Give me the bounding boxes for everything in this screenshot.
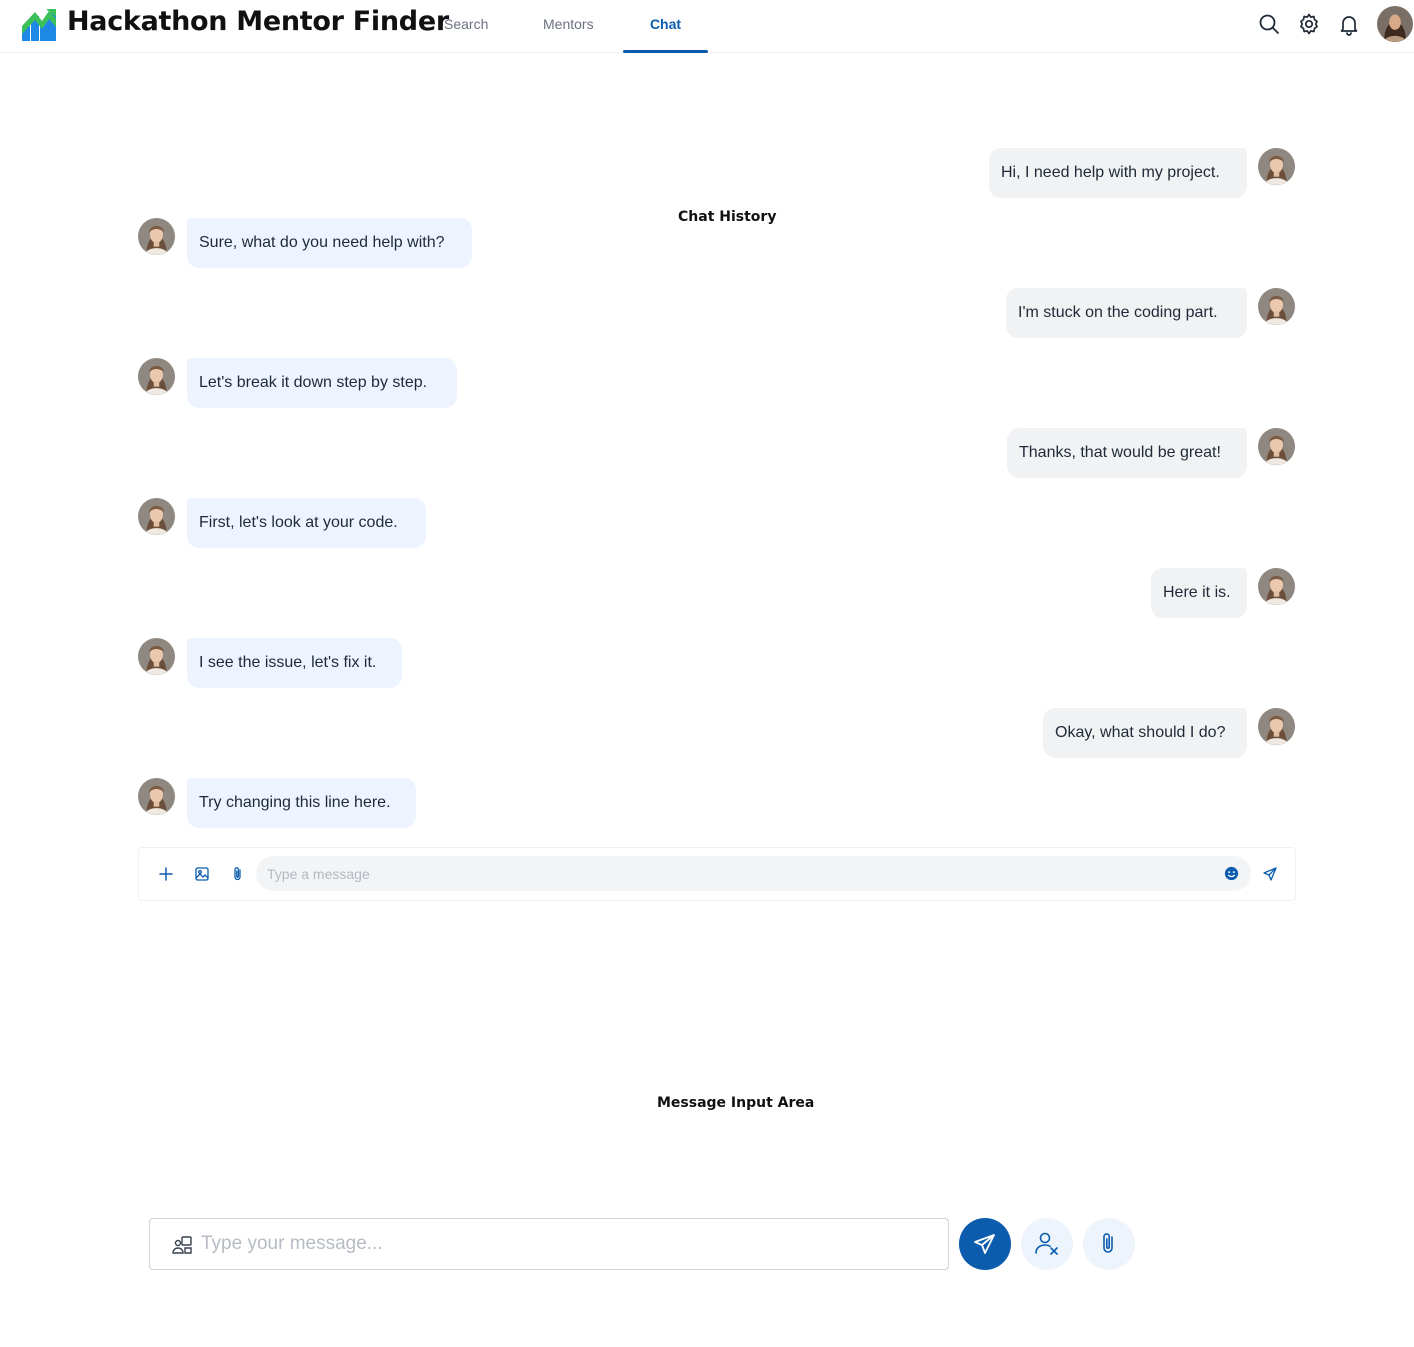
message-bubble-outgoing: Thanks, that would be great!: [1007, 428, 1247, 478]
message-bubble-incoming: First, let's look at your code.: [187, 498, 426, 548]
main-message-input[interactable]: [201, 1219, 931, 1269]
send-icon[interactable]: [1261, 865, 1279, 883]
plus-icon[interactable]: [157, 865, 175, 883]
user-avatar-small: [1258, 568, 1295, 605]
mentor-avatar: [138, 218, 175, 255]
compact-message-bar: [138, 847, 1296, 901]
message-bubble-incoming: I see the issue, let's fix it.: [187, 638, 402, 688]
message-bubble-incoming: Sure, what do you need help with?: [187, 218, 472, 268]
attach-file-button[interactable]: [1083, 1218, 1135, 1270]
users-icon: [172, 1236, 192, 1254]
user-avatar-small: [1258, 428, 1295, 465]
mentor-avatar: [138, 358, 175, 395]
paperclip-icon[interactable]: [229, 865, 247, 883]
send-icon: [974, 1234, 995, 1254]
message-bubble-incoming: Try changing this line here.: [187, 778, 416, 828]
send-message-button[interactable]: [959, 1218, 1011, 1270]
user-avatar[interactable]: [1377, 6, 1413, 42]
emoji-icon[interactable]: [1223, 865, 1240, 882]
message-bubble-incoming: Let's break it down step by step.: [187, 358, 457, 408]
compact-message-input[interactable]: [256, 856, 1196, 891]
message-bubble-outgoing: Here it is.: [1151, 568, 1247, 618]
settings-gear-icon[interactable]: [1297, 12, 1321, 36]
chat-history-heading: Chat History: [678, 209, 777, 225]
user-avatar-small: [1258, 288, 1295, 325]
paperclip-icon: [1103, 1233, 1113, 1253]
top-navigation-bar: Hackathon Mentor Finder Search Mentors C…: [0, 0, 1414, 53]
mentor-avatar: [138, 778, 175, 815]
mentor-avatar: [138, 498, 175, 535]
user-avatar-small: [1258, 708, 1295, 745]
nav-tab-mentors[interactable]: Mentors: [543, 16, 594, 32]
nav-tab-chat[interactable]: Chat: [623, 16, 708, 53]
message-bubble-outgoing: I'm stuck on the coding part.: [1006, 288, 1247, 338]
notification-bell-icon[interactable]: [1337, 12, 1361, 36]
remove-user-icon: [1035, 1232, 1058, 1255]
user-avatar-small: [1258, 148, 1295, 185]
image-icon[interactable]: [193, 865, 211, 883]
app-logo-icon[interactable]: [22, 9, 56, 41]
nav-tab-search[interactable]: Search: [444, 16, 488, 32]
message-bubble-outgoing: Okay, what should I do?: [1043, 708, 1247, 758]
message-input-area-heading: Message Input Area: [657, 1095, 815, 1111]
main-message-input-wrapper: [149, 1218, 949, 1270]
search-icon[interactable]: [1257, 12, 1281, 36]
active-tab-indicator: [623, 50, 708, 53]
app-title[interactable]: Hackathon Mentor Finder: [67, 6, 449, 37]
compact-message-input-wrapper: [256, 856, 1251, 891]
nav-tab-chat-label: Chat: [649, 16, 682, 32]
remove-user-button[interactable]: [1021, 1218, 1073, 1270]
mentor-avatar: [138, 638, 175, 675]
message-bubble-outgoing: Hi, I need help with my project.: [989, 148, 1247, 198]
